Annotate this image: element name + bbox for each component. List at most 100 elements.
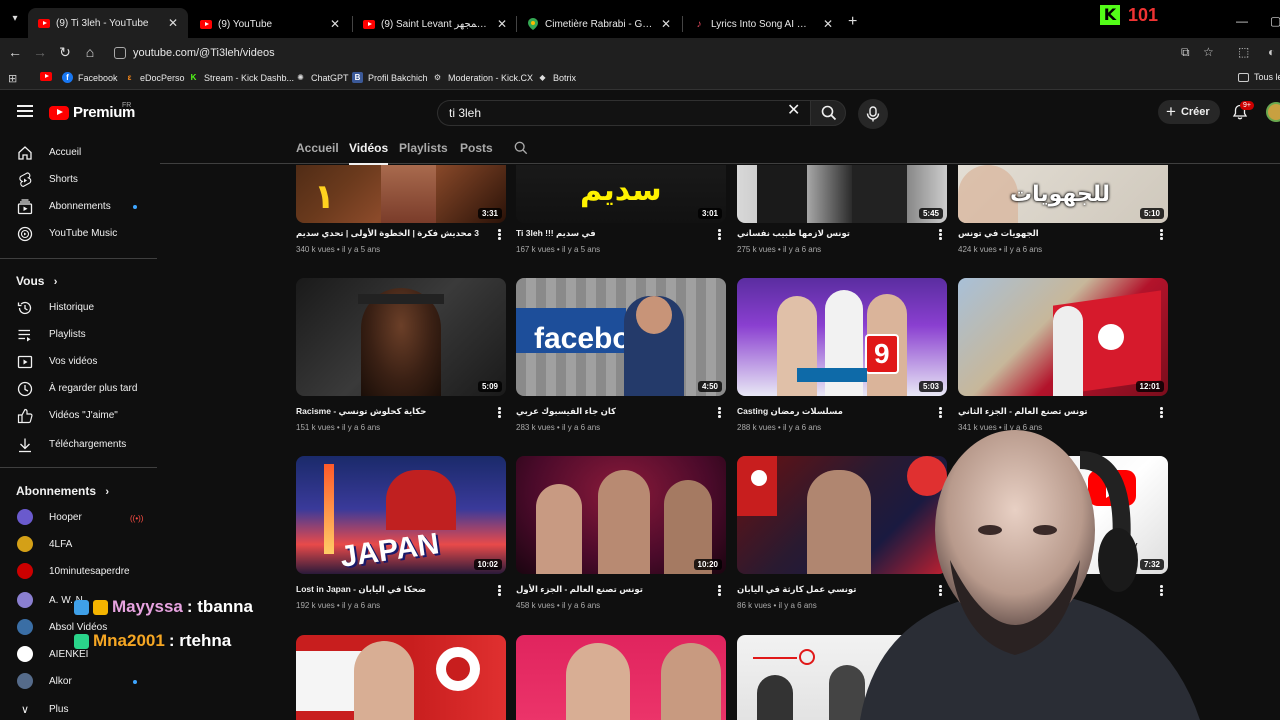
sidebar-item-liked-videos[interactable]: Vidéos "J'aime" bbox=[0, 402, 158, 429]
video-thumbnail[interactable]: 5:09 bbox=[296, 278, 506, 396]
subscription-10minutesaperdre[interactable]: 10minutesaperdre bbox=[0, 558, 158, 585]
bookmark-chatgpt[interactable]: ✺ ChatGPT bbox=[295, 72, 348, 83]
channel-search-icon[interactable] bbox=[514, 141, 528, 155]
sidebar-item-shorts[interactable]: Shorts bbox=[0, 166, 158, 193]
browser-tab-youtube[interactable]: (9) YouTube ✕ bbox=[190, 10, 350, 38]
search-input[interactable] bbox=[449, 106, 769, 120]
home-icon[interactable]: ⌂ bbox=[81, 44, 99, 60]
search-button[interactable] bbox=[810, 100, 846, 126]
video-more-options-icon[interactable] bbox=[498, 407, 502, 419]
close-tab-icon[interactable]: ✕ bbox=[168, 16, 178, 30]
sidebar-item-abonnements[interactable]: Abonnements bbox=[0, 193, 158, 220]
video-thumbnail[interactable] bbox=[296, 635, 506, 720]
tab-posts[interactable]: Posts bbox=[460, 141, 493, 155]
tab-search-chevron-icon[interactable]: ▾ bbox=[8, 12, 22, 26]
account-avatar[interactable] bbox=[1266, 102, 1280, 122]
close-tab-icon[interactable]: ✕ bbox=[330, 17, 340, 31]
tab-playlists[interactable]: Playlists bbox=[399, 141, 448, 155]
video-more-options-icon[interactable] bbox=[498, 585, 502, 597]
new-tab-button[interactable]: + bbox=[848, 13, 857, 31]
video-thumbnail[interactable]: للجهويات 5:10 bbox=[958, 165, 1168, 223]
video-duration: 10:02 bbox=[473, 559, 502, 570]
section-subscriptions-header[interactable]: Abonnements › bbox=[16, 484, 109, 498]
browser-tab-saint-levant[interactable]: (9) Saint Levant تحت المجهر | Kl... ✕ bbox=[353, 10, 517, 38]
sidebar-show-more[interactable]: ∨ Plus bbox=[0, 696, 158, 720]
video-title[interactable]: تونس تصنع العالم - الجزء الثاني bbox=[958, 406, 1150, 417]
bookmark-botrix[interactable]: ◆ Botrix bbox=[537, 72, 576, 83]
close-tab-icon[interactable]: ✕ bbox=[661, 17, 671, 31]
tab-videos[interactable]: Vidéos bbox=[349, 141, 389, 165]
sidebar-item-label: Alkor bbox=[49, 676, 72, 687]
video-title[interactable]: تونس تصنع العالم - الجزء الأول bbox=[516, 584, 708, 595]
sidebar-item-youtube-music[interactable]: YouTube Music bbox=[0, 220, 158, 247]
profile-icon[interactable]: ◐ bbox=[1268, 45, 1275, 59]
video-metadata: 151 k vues • il y a 6 ans bbox=[296, 423, 381, 432]
video-more-options-icon[interactable] bbox=[1160, 229, 1164, 241]
video-title[interactable]: الجهويات في تونس bbox=[958, 228, 1150, 239]
video-thumbnail[interactable]: سديم 3:01 bbox=[516, 165, 726, 223]
subscription-alkor[interactable]: Alkor bbox=[0, 668, 158, 695]
extensions-icon[interactable]: ⬚ bbox=[1238, 45, 1249, 59]
apps-grid-icon[interactable]: ⊞ bbox=[8, 72, 17, 85]
video-thumbnail[interactable]: facebo 4:50 bbox=[516, 278, 726, 396]
maximize-window-icon[interactable]: ▢ bbox=[1270, 14, 1280, 28]
bookmark-moderation-kick[interactable]: ⚙ Moderation - Kick.CX bbox=[432, 72, 533, 83]
video-thumbnail[interactable]: 5:45 bbox=[737, 165, 947, 223]
sidebar-item-telechargements[interactable]: Téléchargements bbox=[0, 431, 158, 458]
sidebar-item-historique[interactable]: Historique bbox=[0, 294, 158, 321]
video-title[interactable]: Lost in Japan - ضحكا في اليابان bbox=[296, 584, 488, 595]
bookmark-edocperso[interactable]: ε eDocPerso bbox=[124, 72, 185, 83]
video-title[interactable]: تونس لازمها طبيب نفساني bbox=[737, 228, 929, 239]
site-info-icon[interactable] bbox=[114, 47, 126, 59]
back-arrow-icon[interactable]: ← bbox=[6, 44, 24, 60]
browser-tab-ti3leh[interactable]: (9) Ti 3leh - YouTube ✕ bbox=[28, 8, 188, 38]
video-thumbnail[interactable]: ١ 3:31 bbox=[296, 165, 506, 223]
all-bookmarks[interactable]: Tous le bbox=[1238, 72, 1280, 82]
bookmark-kick-dashboard[interactable]: K Stream - Kick Dashb... bbox=[188, 72, 294, 83]
video-metadata: 192 k vues • il y a 6 ans bbox=[296, 601, 381, 610]
video-more-options-icon[interactable] bbox=[718, 229, 722, 241]
reload-icon[interactable]: ↻ bbox=[56, 44, 74, 61]
forward-arrow-icon[interactable]: → bbox=[31, 44, 49, 60]
subscription-hooper[interactable]: Hooper ((•)) bbox=[0, 504, 158, 531]
create-button[interactable]: + Créer bbox=[1158, 100, 1220, 124]
sidebar-item-accueil[interactable]: Accueil bbox=[0, 139, 158, 166]
section-vous-header[interactable]: Vous › bbox=[16, 274, 57, 288]
video-thumbnail[interactable]: 12:01 bbox=[958, 278, 1168, 396]
sidebar-item-watch-later[interactable]: À regarder plus tard bbox=[0, 375, 158, 402]
install-app-icon[interactable]: ⧉ bbox=[1181, 45, 1190, 60]
bookmark-star-icon[interactable]: ☆ bbox=[1203, 45, 1214, 59]
tab-accueil[interactable]: Accueil bbox=[296, 141, 339, 155]
video-more-options-icon[interactable] bbox=[939, 229, 943, 241]
video-title[interactable]: 3 محديش فكرة | الخطوة الأولى | تحدي سديم bbox=[296, 228, 488, 239]
bookmark-profil-bakchich[interactable]: B Profil Bakchich bbox=[352, 72, 428, 83]
video-title[interactable]: Ti 3leh !!! في سديم bbox=[516, 228, 708, 239]
tab-title: (9) Saint Levant تحت المجهر | Kl... bbox=[381, 18, 489, 30]
close-tab-icon[interactable]: ✕ bbox=[823, 17, 833, 31]
video-thumbnail[interactable]: JAPAN 10:02 bbox=[296, 456, 506, 574]
video-more-options-icon[interactable] bbox=[498, 229, 502, 241]
address-bar[interactable]: youtube.com/@Ti3leh/videos bbox=[133, 47, 275, 59]
video-more-options-icon[interactable] bbox=[718, 407, 722, 419]
video-more-options-icon[interactable] bbox=[1160, 407, 1164, 419]
browser-tab-lyrics-ai[interactable]: ♪ Lyrics Into Song AI Music Detai... ✕ bbox=[683, 10, 843, 38]
clear-search-icon[interactable]: ✕ bbox=[787, 103, 800, 119]
video-title[interactable]: Racisme - حكاية كحلوش تونسي bbox=[296, 406, 488, 417]
sidebar-item-vos-videos[interactable]: Vos vidéos bbox=[0, 348, 158, 375]
video-title[interactable]: كان جاء الفيسبوك عربي bbox=[516, 406, 708, 417]
video-thumbnail[interactable]: 9 5:03 bbox=[737, 278, 947, 396]
video-more-options-icon[interactable] bbox=[718, 585, 722, 597]
close-tab-icon[interactable]: ✕ bbox=[497, 17, 507, 31]
minimize-window-icon[interactable]: — bbox=[1236, 14, 1248, 28]
hamburger-menu-icon[interactable] bbox=[17, 105, 33, 117]
sidebar-item-playlists[interactable]: Playlists bbox=[0, 321, 158, 348]
video-thumbnail[interactable]: 10:20 bbox=[516, 456, 726, 574]
video-title[interactable]: Casting مسلسلات رمضان bbox=[737, 406, 929, 417]
bookmark-youtube[interactable] bbox=[40, 72, 56, 83]
voice-search-button[interactable] bbox=[858, 99, 888, 129]
video-more-options-icon[interactable] bbox=[939, 407, 943, 419]
browser-tab-google-maps[interactable]: Cimetière Rabrabi - Google Ma... ✕ bbox=[517, 10, 681, 38]
video-thumbnail[interactable] bbox=[516, 635, 726, 720]
subscription-4lfa[interactable]: 4LFA bbox=[0, 531, 158, 558]
bookmark-facebook[interactable]: f Facebook bbox=[62, 72, 118, 83]
